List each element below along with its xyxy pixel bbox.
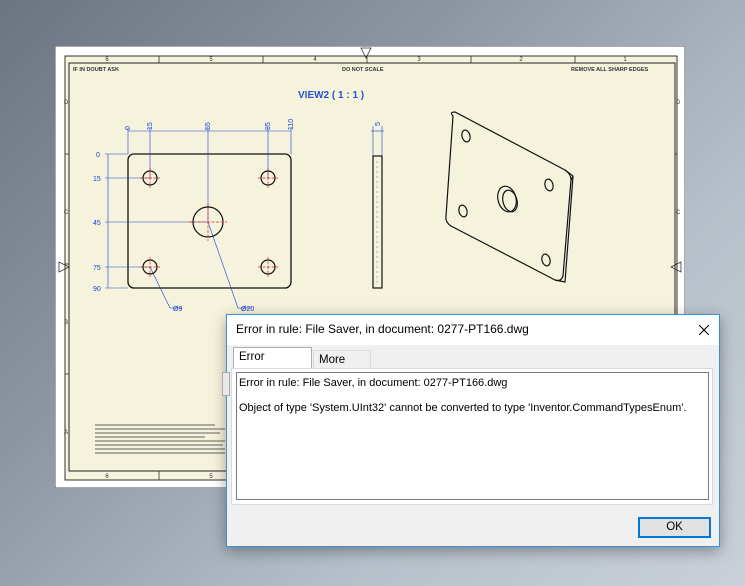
dim-left: 0 <box>96 152 100 159</box>
error-dialog: Error in rule: File Saver, in document: … <box>226 314 720 547</box>
dim-top: 15 <box>147 122 154 130</box>
dialog-title: Error in rule: File Saver, in document: … <box>236 322 529 336</box>
error-message-line1: Error in rule: File Saver, in document: … <box>239 377 508 389</box>
close-icon <box>699 325 709 335</box>
dim-top: 110 <box>288 119 295 130</box>
zone-letter: D <box>676 100 681 106</box>
zone-letter: C <box>676 210 681 216</box>
note-remove-sharp-edges: REMOVE ALL SHARP EDGES <box>571 67 649 73</box>
dim-top: 55 <box>205 122 212 130</box>
zone-letter: A <box>64 430 68 436</box>
dim-thickness: 5 <box>375 122 382 126</box>
error-message-line2: Object of type 'System.UInt32' cannot be… <box>239 402 687 414</box>
hole-large-label: Ø20 <box>241 306 254 313</box>
dim-left: 75 <box>93 265 101 272</box>
drawing-scroll-handle[interactable] <box>222 372 230 396</box>
tab-error-message[interactable]: Error Message <box>233 347 312 381</box>
note-do-not-scale: DO NOT SCALE <box>342 67 384 73</box>
view-title: VIEW2 ( 1 : 1 ) <box>298 90 364 101</box>
dim-left: 90 <box>93 286 101 293</box>
tab-panel: Error in rule: File Saver, in document: … <box>231 368 713 505</box>
dim-top: 95 <box>265 122 272 130</box>
tab-more-info[interactable]: More Info <box>313 350 371 384</box>
zone-letter: B <box>64 320 68 326</box>
dim-left: 15 <box>93 176 101 183</box>
hole-small-label: Ø9 <box>173 306 182 313</box>
dialog-titlebar: Error in rule: File Saver, in document: … <box>227 315 719 345</box>
zone-letter: C <box>64 210 69 216</box>
close-button[interactable] <box>689 315 719 345</box>
dim-left: 45 <box>93 220 101 227</box>
error-message-textbox[interactable]: Error in rule: File Saver, in document: … <box>236 372 709 500</box>
dim-top: 0 <box>125 126 132 130</box>
note-if-in-doubt: IF IN DOUBT ASK <box>73 67 119 73</box>
zone-letter: D <box>64 100 69 106</box>
ok-button[interactable]: OK <box>638 517 711 538</box>
